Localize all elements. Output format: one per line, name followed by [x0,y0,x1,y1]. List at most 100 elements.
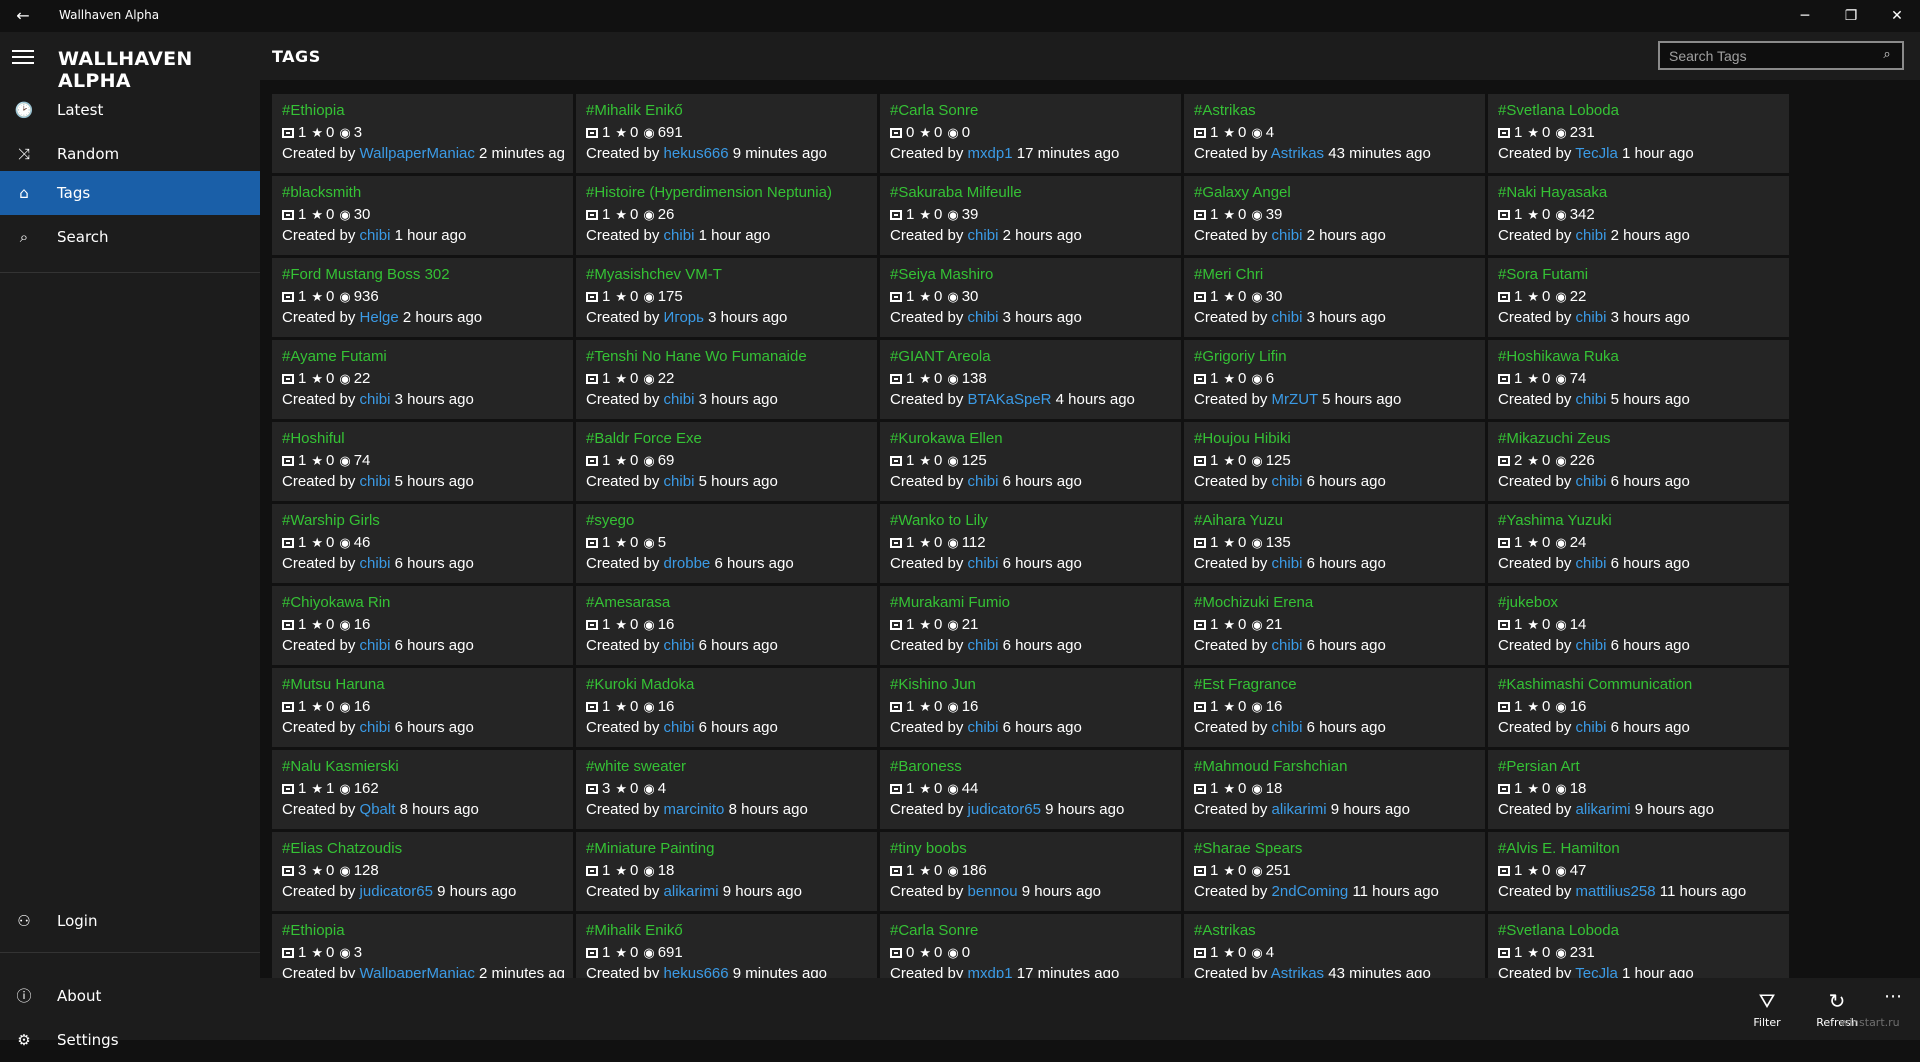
tag-name-link[interactable]: #Baroness [890,758,962,775]
creator-username-link[interactable]: 2ndComing [1272,883,1349,900]
creator-username-link[interactable]: chibi [1272,227,1303,244]
tag-card[interactable]: #Baroness 1 ★ 0 ◉ 44 Created by judicator65 9 … [880,750,1181,829]
tag-name-link[interactable]: #blacksmith [282,184,361,201]
tags-scroll-area[interactable]: #Ethiopia 1 ★ 0 ◉ 3 Created by WallpaperManiac… [260,80,1920,978]
tag-name-link[interactable]: #Astrikas [1194,102,1256,119]
tag-name-link[interactable]: #Yashima Yuzuki [1498,512,1612,529]
tag-card[interactable]: #Mahmoud Farshchian 1 ★ 0 ◉ 18 Created by alik… [1184,750,1485,829]
creator-username-link[interactable]: chibi [1272,309,1303,326]
tag-card[interactable]: #Kashimashi Communication 1 ★ 0 ◉ 16 Created b… [1488,668,1789,747]
tag-name-link[interactable]: #Mihalik Enikő [586,102,683,119]
tag-card[interactable]: #Persian Art 1 ★ 0 ◉ 18 Created by alikarimi 9… [1488,750,1789,829]
creator-username-link[interactable]: TecJla [1575,145,1618,162]
tag-card[interactable]: #Sakuraba Milfeulle 1 ★ 0 ◉ 39 Created by chib… [880,176,1181,255]
tag-name-link[interactable]: #Mochizuki Erena [1194,594,1313,611]
tag-card[interactable]: #Ethiopia 1 ★ 0 ◉ 3 Created by WallpaperManiac… [272,914,573,978]
tag-card[interactable]: #white sweater 3 ★ 0 ◉ 4 Created by marcinito … [576,750,877,829]
tag-name-link[interactable]: #Seiya Mashiro [890,266,993,283]
tag-card[interactable]: #Ethiopia 1 ★ 0 ◉ 3 Created by WallpaperManiac… [272,94,573,173]
creator-username-link[interactable]: chibi [664,473,695,490]
search-input[interactable] [1660,43,1870,68]
tag-card[interactable]: #Tenshi No Hane Wo Fumanaide 1 ★ 0 ◉ 22 Create… [576,340,877,419]
tag-card[interactable]: #Est Fragrance 1 ★ 0 ◉ 16 Created by chibi 6 h… [1184,668,1485,747]
creator-username-link[interactable]: judicator65 [968,801,1041,818]
creator-username-link[interactable]: chibi [1576,309,1607,326]
tag-name-link[interactable]: #tiny boobs [890,840,967,857]
creator-username-link[interactable]: chibi [1272,555,1303,572]
sidebar-item-search[interactable]: ⌕ Search [0,215,260,259]
tag-card[interactable]: #Mochizuki Erena 1 ★ 0 ◉ 21 Created by chibi 6… [1184,586,1485,665]
tag-name-link[interactable]: #Ford Mustang Boss 302 [282,266,450,283]
tag-card[interactable]: #syego 1 ★ 0 ◉ 5 Created by drobbe 6 hours ago [576,504,877,583]
creator-username-link[interactable]: chibi [968,473,999,490]
tag-name-link[interactable]: #Ayame Futami [282,348,387,365]
search-box[interactable]: ⌕ [1658,41,1904,70]
tag-card[interactable]: #tiny boobs 1 ★ 0 ◉ 186 Created by bennou 9 ho… [880,832,1181,911]
creator-username-link[interactable]: chibi [360,555,391,572]
tag-name-link[interactable]: #Kishino Jun [890,676,976,693]
minimize-button[interactable]: ─ [1782,0,1828,32]
creator-username-link[interactable]: chibi [360,391,391,408]
creator-username-link[interactable]: chibi [360,473,391,490]
creator-username-link[interactable]: hekus666 [664,145,729,162]
creator-username-link[interactable]: alikarimi [664,883,719,900]
sidebar-item-random[interactable]: ⤨ Random [0,132,260,176]
sidebar-item-about[interactable]: ⓘ About [0,974,260,1018]
tag-card[interactable]: #jukebox 1 ★ 0 ◉ 14 Created by chibi 6 hours a… [1488,586,1789,665]
tag-name-link[interactable]: #Sharae Spears [1194,840,1302,857]
creator-username-link[interactable]: chibi [968,227,999,244]
tag-card[interactable]: #Chiyokawa Rin 1 ★ 0 ◉ 16 Created by chibi 6 h… [272,586,573,665]
tag-name-link[interactable]: #Kurokawa Ellen [890,430,1003,447]
creator-username-link[interactable]: chibi [664,719,695,736]
tag-card[interactable]: #Carla Sonre 0 ★ 0 ◉ 0 Created by mxdp1 17 min… [880,914,1181,978]
creator-username-link[interactable]: Astrikas [1271,145,1324,162]
creator-username-link[interactable]: chibi [360,719,391,736]
creator-username-link[interactable]: chibi [1272,719,1303,736]
tag-name-link[interactable]: #Sora Futami [1498,266,1588,283]
tag-name-link[interactable]: #Wanko to Lily [890,512,988,529]
creator-username-link[interactable]: drobbe [664,555,711,572]
tag-name-link[interactable]: #Meri Chri [1194,266,1263,283]
tag-name-link[interactable]: #Hoshiful [282,430,345,447]
tag-name-link[interactable]: #Chiyokawa Rin [282,594,390,611]
tag-card[interactable]: #Meri Chri 1 ★ 0 ◉ 30 Created by chibi 3 hours… [1184,258,1485,337]
creator-username-link[interactable]: chibi [360,637,391,654]
creator-username-link[interactable]: mxdp1 [968,145,1013,162]
creator-username-link[interactable]: Astrikas [1271,965,1324,978]
tag-name-link[interactable]: #Histoire (Hyperdimension Neptunia) [586,184,832,201]
tag-card[interactable]: #GIANT Areola 1 ★ 0 ◉ 138 Created by BTAKaSpeR… [880,340,1181,419]
creator-username-link[interactable]: TecJla [1575,965,1618,978]
tag-card[interactable]: #Sharae Spears 1 ★ 0 ◉ 251 Created by 2ndComin… [1184,832,1485,911]
tag-name-link[interactable]: #Hoshikawa Ruka [1498,348,1619,365]
tag-name-link[interactable]: #Kashimashi Communication [1498,676,1692,693]
tag-name-link[interactable]: #Mutsu Haruna [282,676,385,693]
tag-name-link[interactable]: #jukebox [1498,594,1558,611]
tag-card[interactable]: #Wanko to Lily 1 ★ 0 ◉ 112 Created by chibi 6 … [880,504,1181,583]
close-button[interactable]: ✕ [1874,0,1920,32]
tag-card[interactable]: #Seiya Mashiro 1 ★ 0 ◉ 30 Created by chibi 3 h… [880,258,1181,337]
creator-username-link[interactable]: mxdp1 [968,965,1013,978]
tag-card[interactable]: #Amesarasa 1 ★ 0 ◉ 16 Created by chibi 6 hours… [576,586,877,665]
creator-username-link[interactable]: chibi [1576,637,1607,654]
tag-name-link[interactable]: #Aihara Yuzu [1194,512,1283,529]
tag-name-link[interactable]: #Myasishchev VM-T [586,266,722,283]
tag-name-link[interactable]: #syego [586,512,634,529]
tag-name-link[interactable]: #Mihalik Enikő [586,922,683,939]
tag-card[interactable]: #Mutsu Haruna 1 ★ 0 ◉ 16 Created by chibi 6 ho… [272,668,573,747]
tag-name-link[interactable]: #Carla Sonre [890,102,978,119]
tag-card[interactable]: #Grigoriy Lifin 1 ★ 0 ◉ 6 Created by MrZUT 5 h… [1184,340,1485,419]
tag-card[interactable]: #Alvis E. Hamilton 1 ★ 0 ◉ 47 Created by matti… [1488,832,1789,911]
tag-card[interactable]: #Kuroki Madoka 1 ★ 0 ◉ 16 Created by chibi 6 h… [576,668,877,747]
tag-card[interactable]: #Mihalik Enikő 1 ★ 0 ◉ 691 Created by hekus666… [576,914,877,978]
tag-card[interactable]: #Myasishchev VM-T 1 ★ 0 ◉ 175 Created by Игорь… [576,258,877,337]
tag-card[interactable]: #Mihalik Enikő 1 ★ 0 ◉ 691 Created by hekus666… [576,94,877,173]
tag-card[interactable]: #Miniature Painting 1 ★ 0 ◉ 18 Created by alik… [576,832,877,911]
creator-username-link[interactable]: alikarimi [1576,801,1631,818]
creator-username-link[interactable]: judicator65 [360,883,433,900]
tag-card[interactable]: #Nalu Kasmierski 1 ★ 1 ◉ 162 Created by Qbalt … [272,750,573,829]
tag-name-link[interactable]: #Svetlana Loboda [1498,102,1619,119]
tag-name-link[interactable]: #Kuroki Madoka [586,676,694,693]
tag-card[interactable]: #blacksmith 1 ★ 0 ◉ 30 Created by chibi 1 hour… [272,176,573,255]
creator-username-link[interactable]: WallpaperManiac [360,965,475,978]
tag-name-link[interactable]: #Ethiopia [282,102,345,119]
